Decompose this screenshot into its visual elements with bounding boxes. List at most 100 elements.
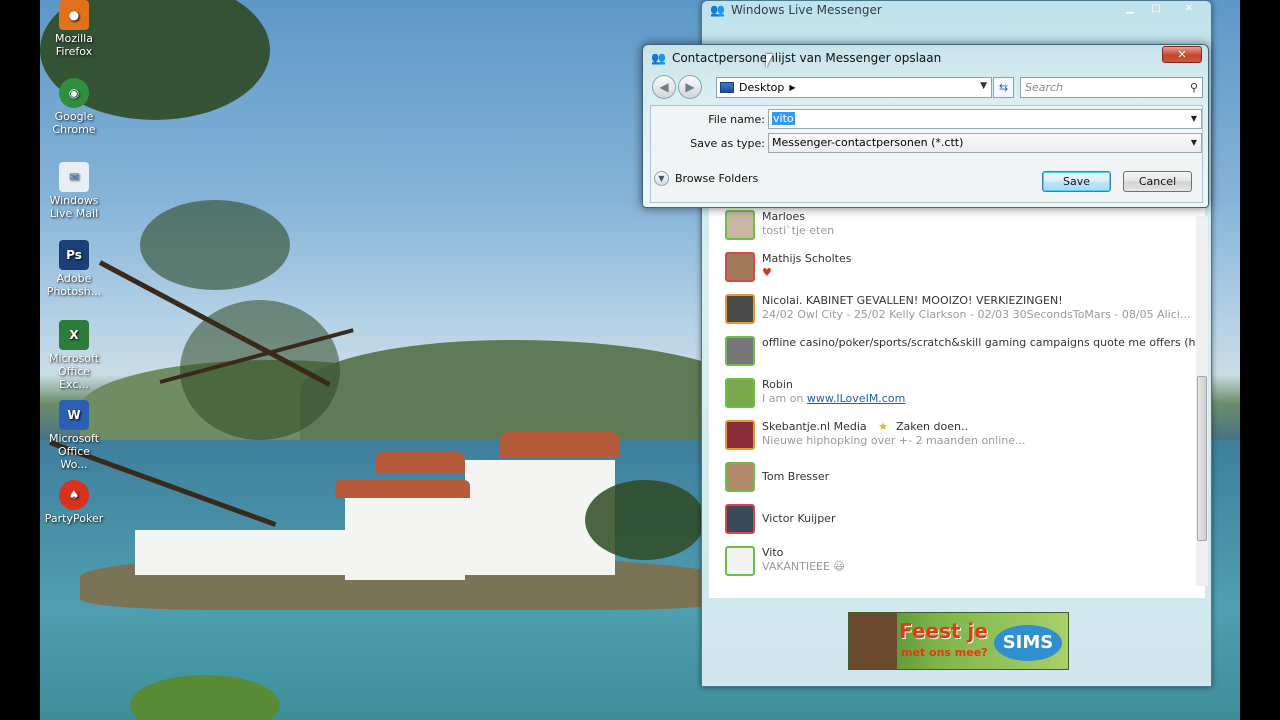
contact-status: 24/02 Owl City - 25/02 Kelly Clarkson - …: [762, 308, 1192, 321]
desktop-icon-firefox[interactable]: ● Mozilla Firefox: [44, 0, 104, 58]
save-as-type-label: Save as type:: [690, 137, 765, 150]
save-as-type-dropdown-icon[interactable]: ▼: [1191, 134, 1197, 152]
window-controls: ▁ □ ✕: [1117, 1, 1209, 17]
messenger-icon: 👥: [651, 51, 666, 65]
file-name-field[interactable]: vito ▼: [768, 109, 1202, 129]
save-dialog: 👥 Contactpersonenlijst van Messenger ops…: [642, 44, 1209, 208]
messenger-title-bar[interactable]: 👥 Windows Live Messenger: [710, 3, 882, 17]
avatar: [725, 336, 755, 366]
minimize-icon[interactable]: ▁: [1117, 1, 1143, 17]
contact-status: I am on www.ILoveIM.com: [762, 392, 1192, 405]
contact-item[interactable]: Mathijs Scholtes ♥: [725, 252, 1195, 288]
contact-item[interactable]: offline casino/poker/sports/scratch&skil…: [725, 336, 1205, 372]
desktop-icon-windows-live-mail[interactable]: ✉ Windows Live Mail: [44, 162, 104, 220]
avatar: [725, 378, 755, 408]
avatar: [725, 546, 755, 576]
contact-status: ♥: [762, 266, 772, 279]
desktop-icon-photoshop[interactable]: Ps Adobe Photosh...: [44, 240, 104, 298]
contact-item[interactable]: Tom Bresser: [725, 462, 1195, 498]
avatar: [725, 294, 755, 324]
contact-name: Victor Kuijper: [762, 512, 836, 525]
contact-name: Marloes: [762, 210, 806, 223]
contact-status: Nieuwe hiphopking over +- 2 maanden onli…: [762, 434, 1026, 447]
save-as-type-value: Messenger-contactpersonen (*.ctt): [772, 136, 964, 149]
avatar: [725, 420, 755, 450]
contact-list-scrollbar[interactable]: [1196, 216, 1208, 586]
search-placeholder: Search: [1025, 81, 1064, 94]
firefox-icon: ●: [59, 0, 89, 30]
contact-name: Mathijs Scholtes: [762, 252, 852, 265]
star-icon: ★: [878, 420, 888, 433]
wallpaper-foliage: [140, 200, 290, 290]
search-input[interactable]: Search ⚲: [1020, 77, 1203, 98]
wallpaper-foliage: [585, 480, 705, 560]
breadcrumb-chevron-icon[interactable]: ▶: [789, 83, 795, 92]
file-name-dropdown-icon[interactable]: ▼: [1191, 110, 1197, 128]
close-icon[interactable]: ✕: [1169, 1, 1209, 17]
desktop-icon-excel[interactable]: X Microsoft Office Exc...: [44, 320, 104, 391]
contact-name: Nicolai. KABINET GEVALLEN! MOOIZO! VERKI…: [762, 294, 1063, 307]
contact-name-text: Skebantje.nl Media: [762, 420, 867, 433]
browse-folders-toggle[interactable]: ▼ Browse Folders: [654, 171, 758, 186]
contact-name: Skebantje.nl Media ★ Zaken doen..: [762, 420, 968, 433]
desktop-icon-word[interactable]: W Microsoft Office Wo...: [44, 400, 104, 471]
dialog-close-button[interactable]: ✕: [1162, 46, 1202, 63]
photoshop-icon: Ps: [59, 240, 89, 270]
desktop-folder-icon: [720, 82, 734, 93]
messenger-buddy-icon: 👥: [710, 3, 725, 17]
ad-person-image: [849, 613, 897, 669]
desktop-icon-partypoker[interactable]: ♠ PartyPoker: [44, 480, 104, 525]
sims-advertisement[interactable]: Feest je met ons mee? SIMS: [848, 612, 1069, 670]
mouse-cursor-icon: [766, 54, 773, 68]
desktop-icon-label: Windows Live Mail: [49, 194, 99, 220]
messenger-title: Windows Live Messenger: [730, 3, 882, 17]
dialog-title-bar[interactable]: 👥 Contactpersonenlijst van Messenger ops…: [651, 51, 941, 65]
expand-chevron-icon: ▼: [654, 171, 669, 186]
contact-status: tosti`tje eten: [762, 224, 835, 237]
contact-status: VAKANTIEEE 😃: [762, 560, 845, 573]
contact-status-link[interactable]: www.ILoveIM.com: [807, 392, 905, 405]
chrome-icon: ◉: [59, 78, 89, 108]
contact-list: Marloes tosti`tje eten Mathijs Scholtes …: [709, 206, 1205, 598]
avatar: [725, 210, 755, 240]
address-location: Desktop: [739, 81, 785, 94]
contact-item[interactable]: Vito VAKANTIEEE 😃: [725, 546, 1195, 582]
ad-headline: Feest je: [899, 619, 988, 643]
refresh-button[interactable]: ⇆: [993, 77, 1014, 98]
desktop-icon-label: Google Chrome: [52, 110, 96, 136]
contact-name: Robin: [762, 378, 793, 391]
contact-item[interactable]: Robin I am on www.ILoveIM.com: [725, 378, 1195, 414]
word-icon: W: [59, 400, 89, 430]
contact-item[interactable]: Victor Kuijper: [725, 504, 1195, 540]
avatar: [725, 462, 755, 492]
save-as-type-select[interactable]: Messenger-contactpersonen (*.ctt) ▼: [768, 133, 1202, 153]
back-button[interactable]: ◀: [652, 75, 676, 99]
scrollbar-thumb[interactable]: [1197, 376, 1207, 541]
contact-item[interactable]: Marloes tosti`tje eten: [725, 210, 1195, 246]
maximize-icon[interactable]: □: [1143, 1, 1169, 17]
file-name-label: File name:: [708, 113, 765, 126]
cancel-button[interactable]: Cancel: [1123, 171, 1192, 192]
contact-status-text: I am on: [762, 392, 807, 405]
search-icon[interactable]: ⚲: [1190, 78, 1198, 97]
save-button[interactable]: Save: [1042, 171, 1111, 192]
file-name-value: vito: [772, 112, 795, 125]
contact-item[interactable]: Skebantje.nl Media ★ Zaken doen.. Nieuwe …: [725, 420, 1195, 456]
contact-item[interactable]: Nicolai. KABINET GEVALLEN! MOOIZO! VERKI…: [725, 294, 1195, 330]
address-dropdown-icon[interactable]: ▼: [980, 81, 987, 91]
contact-name: Vito: [762, 546, 784, 559]
contact-name: offline casino/poker/sports/scratch&skil…: [762, 336, 1205, 349]
desktop-icon-label: Mozilla Firefox: [55, 32, 93, 58]
wallpaper-church: [135, 430, 620, 580]
contact-name: Tom Bresser: [762, 470, 830, 483]
desktop-icon-label: PartyPoker: [44, 512, 104, 525]
partypoker-icon: ♠: [59, 480, 89, 510]
save-form-panel: File name: vito ▼ Save as type: Messenge…: [650, 105, 1203, 203]
desktop-icon-label: Microsoft Office Wo...: [48, 432, 100, 471]
forward-button[interactable]: ▶: [678, 75, 702, 99]
desktop-icon-label: Adobe Photosh...: [46, 272, 102, 298]
desktop-icon-chrome[interactable]: ◉ Google Chrome: [44, 78, 104, 136]
dialog-title: Contactpersonenlijst van Messenger opsla…: [671, 51, 942, 65]
address-bar[interactable]: Desktop ▶ ▼: [716, 77, 992, 98]
ad-subline: met ons mee?: [901, 646, 988, 659]
